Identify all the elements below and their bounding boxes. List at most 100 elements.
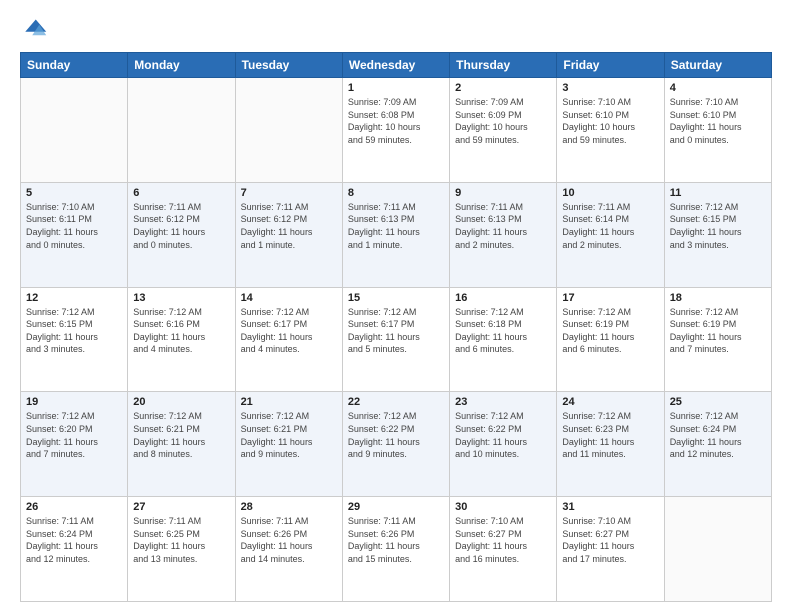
day-number: 18 — [670, 292, 766, 304]
day-info: Sunrise: 7:12 AM Sunset: 6:17 PM Dayligh… — [348, 306, 444, 356]
calendar-cell: 23 Sunrise: 7:12 AM Sunset: 6:22 PM Dayli… — [450, 392, 557, 497]
day-number: 8 — [348, 187, 444, 199]
calendar-cell: 5 Sunrise: 7:10 AM Sunset: 6:11 PM Daylig… — [21, 182, 128, 287]
day-info: Sunrise: 7:10 AM Sunset: 6:27 PM Dayligh… — [455, 515, 551, 565]
day-header-sunday: Sunday — [21, 53, 128, 78]
day-info: Sunrise: 7:10 AM Sunset: 6:11 PM Dayligh… — [26, 201, 122, 251]
calendar-cell: 2 Sunrise: 7:09 AM Sunset: 6:09 PM Daylig… — [450, 78, 557, 183]
header — [20, 16, 772, 44]
calendar-cell: 3 Sunrise: 7:10 AM Sunset: 6:10 PM Daylig… — [557, 78, 664, 183]
day-info: Sunrise: 7:09 AM Sunset: 6:09 PM Dayligh… — [455, 96, 551, 146]
day-number: 15 — [348, 292, 444, 304]
calendar-week-2: 5 Sunrise: 7:10 AM Sunset: 6:11 PM Daylig… — [21, 182, 772, 287]
day-number: 31 — [562, 501, 658, 513]
day-number: 23 — [455, 396, 551, 408]
day-info: Sunrise: 7:11 AM Sunset: 6:13 PM Dayligh… — [348, 201, 444, 251]
calendar-cell: 14 Sunrise: 7:12 AM Sunset: 6:17 PM Dayli… — [235, 287, 342, 392]
day-number: 1 — [348, 82, 444, 94]
day-info: Sunrise: 7:12 AM Sunset: 6:22 PM Dayligh… — [348, 410, 444, 460]
calendar-header-row: SundayMondayTuesdayWednesdayThursdayFrid… — [21, 53, 772, 78]
calendar-cell: 31 Sunrise: 7:10 AM Sunset: 6:27 PM Dayli… — [557, 497, 664, 602]
calendar-cell: 9 Sunrise: 7:11 AM Sunset: 6:13 PM Daylig… — [450, 182, 557, 287]
calendar-cell: 7 Sunrise: 7:11 AM Sunset: 6:12 PM Daylig… — [235, 182, 342, 287]
day-info: Sunrise: 7:12 AM Sunset: 6:16 PM Dayligh… — [133, 306, 229, 356]
day-number: 2 — [455, 82, 551, 94]
calendar-week-5: 26 Sunrise: 7:11 AM Sunset: 6:24 PM Dayli… — [21, 497, 772, 602]
day-number: 29 — [348, 501, 444, 513]
day-info: Sunrise: 7:12 AM Sunset: 6:15 PM Dayligh… — [26, 306, 122, 356]
calendar-cell: 27 Sunrise: 7:11 AM Sunset: 6:25 PM Dayli… — [128, 497, 235, 602]
day-number: 7 — [241, 187, 337, 199]
day-number: 30 — [455, 501, 551, 513]
calendar-week-1: 1Sunrise: 7:09 AM Sunset: 6:08 PM Daylig… — [21, 78, 772, 183]
day-info: Sunrise: 7:12 AM Sunset: 6:19 PM Dayligh… — [670, 306, 766, 356]
calendar-cell: 17Sunrise: 7:12 AM Sunset: 6:19 PM Dayli… — [557, 287, 664, 392]
day-header-monday: Monday — [128, 53, 235, 78]
calendar-cell — [235, 78, 342, 183]
day-info: Sunrise: 7:11 AM Sunset: 6:13 PM Dayligh… — [455, 201, 551, 251]
calendar-cell: 4 Sunrise: 7:10 AM Sunset: 6:10 PM Daylig… — [664, 78, 771, 183]
day-header-saturday: Saturday — [664, 53, 771, 78]
day-number: 9 — [455, 187, 551, 199]
day-info: Sunrise: 7:11 AM Sunset: 6:12 PM Dayligh… — [241, 201, 337, 251]
calendar-cell: 13 Sunrise: 7:12 AM Sunset: 6:16 PM Dayli… — [128, 287, 235, 392]
calendar-cell: 11 Sunrise: 7:12 AM Sunset: 6:15 PM Dayli… — [664, 182, 771, 287]
day-number: 25 — [670, 396, 766, 408]
day-header-tuesday: Tuesday — [235, 53, 342, 78]
day-info: Sunrise: 7:11 AM Sunset: 6:12 PM Dayligh… — [133, 201, 229, 251]
day-number: 3 — [562, 82, 658, 94]
day-number: 20 — [133, 396, 229, 408]
calendar-cell: 15 Sunrise: 7:12 AM Sunset: 6:17 PM Dayli… — [342, 287, 449, 392]
day-info: Sunrise: 7:10 AM Sunset: 6:10 PM Dayligh… — [670, 96, 766, 146]
calendar-cell: 21 Sunrise: 7:12 AM Sunset: 6:21 PM Dayli… — [235, 392, 342, 497]
calendar-cell: 6 Sunrise: 7:11 AM Sunset: 6:12 PM Daylig… — [128, 182, 235, 287]
day-info: Sunrise: 7:11 AM Sunset: 6:25 PM Dayligh… — [133, 515, 229, 565]
logo — [20, 16, 52, 44]
day-info: Sunrise: 7:11 AM Sunset: 6:26 PM Dayligh… — [241, 515, 337, 565]
day-info: Sunrise: 7:11 AM Sunset: 6:26 PM Dayligh… — [348, 515, 444, 565]
day-info: Sunrise: 7:12 AM Sunset: 6:17 PM Dayligh… — [241, 306, 337, 356]
day-info: Sunrise: 7:12 AM Sunset: 6:21 PM Dayligh… — [133, 410, 229, 460]
calendar-cell: 18 Sunrise: 7:12 AM Sunset: 6:19 PM Dayli… — [664, 287, 771, 392]
day-number: 21 — [241, 396, 337, 408]
day-info: Sunrise: 7:11 AM Sunset: 6:14 PM Dayligh… — [562, 201, 658, 251]
day-header-friday: Friday — [557, 53, 664, 78]
day-number: 12 — [26, 292, 122, 304]
calendar-cell: 26 Sunrise: 7:11 AM Sunset: 6:24 PM Dayli… — [21, 497, 128, 602]
calendar-cell: 29 Sunrise: 7:11 AM Sunset: 6:26 PM Dayli… — [342, 497, 449, 602]
calendar-cell — [128, 78, 235, 183]
day-info: Sunrise: 7:10 AM Sunset: 6:10 PM Dayligh… — [562, 96, 658, 146]
day-info: Sunrise: 7:12 AM Sunset: 6:15 PM Dayligh… — [670, 201, 766, 251]
day-number: 14 — [241, 292, 337, 304]
day-info: Sunrise: 7:11 AM Sunset: 6:24 PM Dayligh… — [26, 515, 122, 565]
calendar-cell: 1Sunrise: 7:09 AM Sunset: 6:08 PM Daylig… — [342, 78, 449, 183]
day-info: Sunrise: 7:10 AM Sunset: 6:27 PM Dayligh… — [562, 515, 658, 565]
calendar-week-4: 19Sunrise: 7:12 AM Sunset: 6:20 PM Dayli… — [21, 392, 772, 497]
day-number: 5 — [26, 187, 122, 199]
logo-icon — [20, 16, 48, 44]
day-number: 6 — [133, 187, 229, 199]
calendar-cell: 30 Sunrise: 7:10 AM Sunset: 6:27 PM Dayli… — [450, 497, 557, 602]
calendar-cell: 19Sunrise: 7:12 AM Sunset: 6:20 PM Dayli… — [21, 392, 128, 497]
calendar-week-3: 12 Sunrise: 7:12 AM Sunset: 6:15 PM Dayli… — [21, 287, 772, 392]
day-number: 26 — [26, 501, 122, 513]
day-number: 24 — [562, 396, 658, 408]
calendar-cell — [21, 78, 128, 183]
page: SundayMondayTuesdayWednesdayThursdayFrid… — [0, 0, 792, 612]
day-number: 13 — [133, 292, 229, 304]
calendar-cell: 22Sunrise: 7:12 AM Sunset: 6:22 PM Dayli… — [342, 392, 449, 497]
day-info: Sunrise: 7:12 AM Sunset: 6:23 PM Dayligh… — [562, 410, 658, 460]
day-info: Sunrise: 7:12 AM Sunset: 6:20 PM Dayligh… — [26, 410, 122, 460]
day-info: Sunrise: 7:12 AM Sunset: 6:22 PM Dayligh… — [455, 410, 551, 460]
day-number: 16 — [455, 292, 551, 304]
calendar-cell: 8 Sunrise: 7:11 AM Sunset: 6:13 PM Daylig… — [342, 182, 449, 287]
day-number: 28 — [241, 501, 337, 513]
day-number: 27 — [133, 501, 229, 513]
calendar-cell: 28 Sunrise: 7:11 AM Sunset: 6:26 PM Dayli… — [235, 497, 342, 602]
day-number: 4 — [670, 82, 766, 94]
day-number: 11 — [670, 187, 766, 199]
day-number: 17 — [562, 292, 658, 304]
calendar-cell: 25Sunrise: 7:12 AM Sunset: 6:24 PM Dayli… — [664, 392, 771, 497]
calendar-cell: 12 Sunrise: 7:12 AM Sunset: 6:15 PM Dayli… — [21, 287, 128, 392]
day-info: Sunrise: 7:12 AM Sunset: 6:21 PM Dayligh… — [241, 410, 337, 460]
